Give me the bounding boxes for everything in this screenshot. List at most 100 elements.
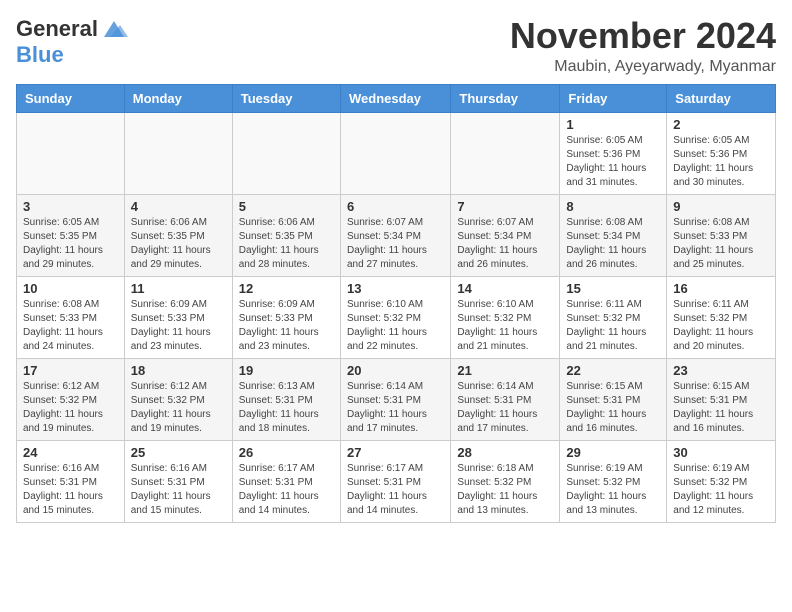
day-info: Sunrise: 6:11 AM Sunset: 5:32 PM Dayligh… <box>673 298 769 354</box>
logo-general-text: General <box>16 16 98 42</box>
calendar-cell: 21 Sunrise: 6:14 AM Sunset: 5:31 PM Dayli… <box>451 358 560 440</box>
day-number: 6 <box>347 199 444 214</box>
calendar-header-row: SundayMondayTuesdayWednesdayThursdayFrid… <box>17 84 776 112</box>
calendar-cell: 26 Sunrise: 6:17 AM Sunset: 5:31 PM Dayli… <box>232 440 340 522</box>
day-number: 16 <box>673 281 769 296</box>
day-info: Sunrise: 6:06 AM Sunset: 5:35 PM Dayligh… <box>131 216 226 272</box>
logo: General Blue <box>16 16 128 68</box>
day-number: 1 <box>566 117 660 132</box>
weekday-header-tuesday: Tuesday <box>232 84 340 112</box>
calendar-cell: 3 Sunrise: 6:05 AM Sunset: 5:35 PM Daylig… <box>17 194 125 276</box>
day-number: 19 <box>239 363 334 378</box>
day-number: 26 <box>239 445 334 460</box>
day-info: Sunrise: 6:14 AM Sunset: 5:31 PM Dayligh… <box>347 380 444 436</box>
month-title: November 2024 <box>510 16 776 56</box>
day-number: 24 <box>23 445 118 460</box>
calendar-cell: 15 Sunrise: 6:11 AM Sunset: 5:32 PM Dayli… <box>560 276 667 358</box>
day-info: Sunrise: 6:07 AM Sunset: 5:34 PM Dayligh… <box>457 216 553 272</box>
calendar-cell: 12 Sunrise: 6:09 AM Sunset: 5:33 PM Dayli… <box>232 276 340 358</box>
calendar-cell: 22 Sunrise: 6:15 AM Sunset: 5:31 PM Dayli… <box>560 358 667 440</box>
day-number: 17 <box>23 363 118 378</box>
calendar-cell: 13 Sunrise: 6:10 AM Sunset: 5:32 PM Dayli… <box>340 276 450 358</box>
day-number: 13 <box>347 281 444 296</box>
day-info: Sunrise: 6:10 AM Sunset: 5:32 PM Dayligh… <box>457 298 553 354</box>
day-info: Sunrise: 6:16 AM Sunset: 5:31 PM Dayligh… <box>131 462 226 518</box>
day-info: Sunrise: 6:15 AM Sunset: 5:31 PM Dayligh… <box>673 380 769 436</box>
day-number: 7 <box>457 199 553 214</box>
day-info: Sunrise: 6:10 AM Sunset: 5:32 PM Dayligh… <box>347 298 444 354</box>
weekday-header-wednesday: Wednesday <box>340 84 450 112</box>
day-info: Sunrise: 6:19 AM Sunset: 5:32 PM Dayligh… <box>566 462 660 518</box>
day-info: Sunrise: 6:18 AM Sunset: 5:32 PM Dayligh… <box>457 462 553 518</box>
day-info: Sunrise: 6:06 AM Sunset: 5:35 PM Dayligh… <box>239 216 334 272</box>
calendar-cell: 6 Sunrise: 6:07 AM Sunset: 5:34 PM Daylig… <box>340 194 450 276</box>
calendar-cell: 1Sunrise: 6:05 AM Sunset: 5:36 PM Daylig… <box>560 112 667 194</box>
day-number: 18 <box>131 363 226 378</box>
calendar-week-row: 24 Sunrise: 6:16 AM Sunset: 5:31 PM Dayli… <box>17 440 776 522</box>
weekday-header-monday: Monday <box>124 84 232 112</box>
calendar-cell: 30 Sunrise: 6:19 AM Sunset: 5:32 PM Dayli… <box>667 440 776 522</box>
day-info: Sunrise: 6:13 AM Sunset: 5:31 PM Dayligh… <box>239 380 334 436</box>
calendar-cell: 27Sunrise: 6:17 AM Sunset: 5:31 PM Dayli… <box>340 440 450 522</box>
calendar-cell: 14 Sunrise: 6:10 AM Sunset: 5:32 PM Dayli… <box>451 276 560 358</box>
day-number: 21 <box>457 363 553 378</box>
day-info: Sunrise: 6:16 AM Sunset: 5:31 PM Dayligh… <box>23 462 118 518</box>
calendar-cell: 20 Sunrise: 6:14 AM Sunset: 5:31 PM Dayli… <box>340 358 450 440</box>
day-number: 20 <box>347 363 444 378</box>
day-info: Sunrise: 6:05 AM Sunset: 5:36 PM Dayligh… <box>673 134 769 190</box>
day-info: Sunrise: 6:19 AM Sunset: 5:32 PM Dayligh… <box>673 462 769 518</box>
weekday-header-thursday: Thursday <box>451 84 560 112</box>
day-number: 22 <box>566 363 660 378</box>
calendar-cell <box>232 112 340 194</box>
title-block: November 2024 Maubin, Ayeyarwady, Myanma… <box>510 16 776 76</box>
calendar-cell: 10 Sunrise: 6:08 AM Sunset: 5:33 PM Dayli… <box>17 276 125 358</box>
calendar-cell: 17 Sunrise: 6:12 AM Sunset: 5:32 PM Dayli… <box>17 358 125 440</box>
calendar-cell <box>340 112 450 194</box>
calendar-cell: 8 Sunrise: 6:08 AM Sunset: 5:34 PM Daylig… <box>560 194 667 276</box>
day-info: Sunrise: 6:09 AM Sunset: 5:33 PM Dayligh… <box>131 298 226 354</box>
calendar-cell: 28 Sunrise: 6:18 AM Sunset: 5:32 PM Dayli… <box>451 440 560 522</box>
day-info: Sunrise: 6:17 AM Sunset: 5:31 PM Dayligh… <box>347 462 444 518</box>
day-number: 23 <box>673 363 769 378</box>
calendar-cell: 19 Sunrise: 6:13 AM Sunset: 5:31 PM Dayli… <box>232 358 340 440</box>
day-info: Sunrise: 6:09 AM Sunset: 5:33 PM Dayligh… <box>239 298 334 354</box>
day-info: Sunrise: 6:08 AM Sunset: 5:33 PM Dayligh… <box>23 298 118 354</box>
calendar-week-row: 17 Sunrise: 6:12 AM Sunset: 5:32 PM Dayli… <box>17 358 776 440</box>
day-info: Sunrise: 6:08 AM Sunset: 5:34 PM Dayligh… <box>566 216 660 272</box>
day-info: Sunrise: 6:12 AM Sunset: 5:32 PM Dayligh… <box>23 380 118 436</box>
location-subtitle: Maubin, Ayeyarwady, Myanmar <box>510 58 776 76</box>
day-info: Sunrise: 6:15 AM Sunset: 5:31 PM Dayligh… <box>566 380 660 436</box>
day-info: Sunrise: 6:12 AM Sunset: 5:32 PM Dayligh… <box>131 380 226 436</box>
calendar-cell: 16 Sunrise: 6:11 AM Sunset: 5:32 PM Dayli… <box>667 276 776 358</box>
day-number: 10 <box>23 281 118 296</box>
day-number: 8 <box>566 199 660 214</box>
day-number: 14 <box>457 281 553 296</box>
calendar-cell: 4Sunrise: 6:06 AM Sunset: 5:35 PM Daylig… <box>124 194 232 276</box>
calendar-cell: 24 Sunrise: 6:16 AM Sunset: 5:31 PM Dayli… <box>17 440 125 522</box>
weekday-header-friday: Friday <box>560 84 667 112</box>
day-info: Sunrise: 6:11 AM Sunset: 5:32 PM Dayligh… <box>566 298 660 354</box>
day-number: 9 <box>673 199 769 214</box>
calendar-cell: 29Sunrise: 6:19 AM Sunset: 5:32 PM Dayli… <box>560 440 667 522</box>
day-number: 12 <box>239 281 334 296</box>
calendar-cell: 18 Sunrise: 6:12 AM Sunset: 5:32 PM Dayli… <box>124 358 232 440</box>
day-number: 28 <box>457 445 553 460</box>
calendar-cell: 11 Sunrise: 6:09 AM Sunset: 5:33 PM Dayli… <box>124 276 232 358</box>
calendar-week-row: 3 Sunrise: 6:05 AM Sunset: 5:35 PM Daylig… <box>17 194 776 276</box>
calendar-cell: 7 Sunrise: 6:07 AM Sunset: 5:34 PM Daylig… <box>451 194 560 276</box>
day-number: 15 <box>566 281 660 296</box>
day-info: Sunrise: 6:05 AM Sunset: 5:35 PM Dayligh… <box>23 216 118 272</box>
day-number: 11 <box>131 281 226 296</box>
day-info: Sunrise: 6:07 AM Sunset: 5:34 PM Dayligh… <box>347 216 444 272</box>
day-number: 3 <box>23 199 118 214</box>
day-info: Sunrise: 6:14 AM Sunset: 5:31 PM Dayligh… <box>457 380 553 436</box>
day-number: 30 <box>673 445 769 460</box>
day-number: 5 <box>239 199 334 214</box>
day-info: Sunrise: 6:17 AM Sunset: 5:31 PM Dayligh… <box>239 462 334 518</box>
calendar-week-row: 1 Sunrise: 6:05 AM Sunset: 5:36 PM Daylig… <box>17 112 776 194</box>
page-header: General Blue November 2024 Maubin, Ayeya… <box>16 16 776 76</box>
calendar-cell <box>17 112 125 194</box>
day-number: 2 <box>673 117 769 132</box>
logo-icon <box>100 19 128 39</box>
calendar-cell <box>451 112 560 194</box>
